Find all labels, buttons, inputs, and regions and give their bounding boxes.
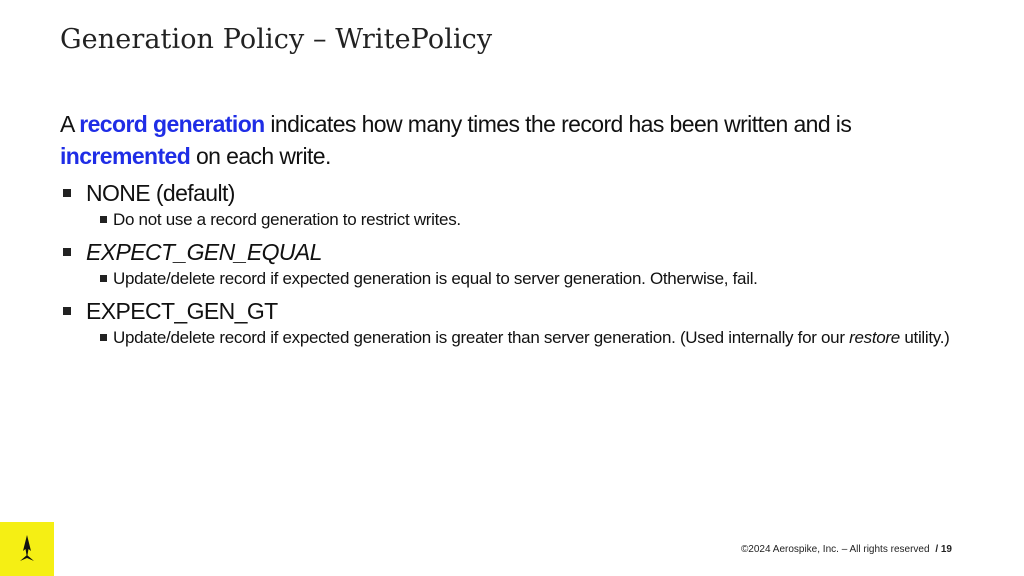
policy-item-expect-gen-equal: EXPECT_GEN_EQUAL Update/delete record if… (60, 237, 970, 291)
policy-item-expect-gen-gt: EXPECT_GEN_GT Update/delete record if ex… (60, 296, 970, 350)
policy-detail-text: Do not use a record generation to restri… (113, 210, 461, 229)
policy-detail: Update/delete record if expected generat… (100, 326, 970, 350)
intro-text-2: indicates how many times the record has … (264, 111, 852, 137)
policy-item-head: EXPECT_GEN_GT (60, 296, 970, 326)
sub-bullet-square-icon (100, 334, 107, 341)
policy-detail-text-1: Update/delete record if expected generat… (113, 328, 850, 347)
slide: Generation Policy – WritePolicy A record… (0, 0, 1024, 576)
policy-detail-text: Update/delete record if expected generat… (113, 269, 758, 288)
policy-item-head: NONE (default) (60, 178, 970, 208)
intro-highlight-record-generation: record generation (79, 111, 265, 137)
copyright-text: ©2024 Aerospike, Inc. – All rights reser… (740, 544, 930, 555)
slide-body: A record generation indicates how many t… (60, 108, 970, 355)
policy-item-none: NONE (default) Do not use a record gener… (60, 178, 970, 232)
page-number: / 19 (935, 544, 952, 555)
intro-text-1: A (60, 111, 80, 137)
policy-detail: Do not use a record generation to restri… (100, 208, 970, 232)
intro-highlight-incremented: incremented (60, 143, 191, 169)
slide-title: Generation Policy – WritePolicy (60, 24, 493, 55)
policy-detail-text-2: utility.) (899, 328, 950, 347)
bullet-square-icon (63, 189, 71, 197)
aerospike-rocket-icon (20, 535, 34, 561)
policy-label: NONE (default) (86, 180, 235, 206)
sub-bullet-square-icon (100, 216, 107, 223)
aerospike-logo (0, 522, 54, 576)
policy-label: EXPECT_GEN_EQUAL (86, 239, 322, 265)
sub-bullet-square-icon (100, 275, 107, 282)
policy-detail: Update/delete record if expected generat… (100, 267, 970, 291)
policy-detail-italic: restore (849, 328, 900, 347)
policy-list: NONE (default) Do not use a record gener… (60, 178, 970, 350)
slide-footer: ©2024 Aerospike, Inc. – All rights reser… (741, 544, 952, 555)
bullet-square-icon (63, 307, 71, 315)
bullet-square-icon (63, 248, 71, 256)
policy-label: EXPECT_GEN_GT (86, 298, 278, 324)
policy-item-head: EXPECT_GEN_EQUAL (60, 237, 970, 267)
intro-paragraph: A record generation indicates how many t… (60, 108, 970, 172)
intro-text-3: on each write. (190, 143, 331, 169)
